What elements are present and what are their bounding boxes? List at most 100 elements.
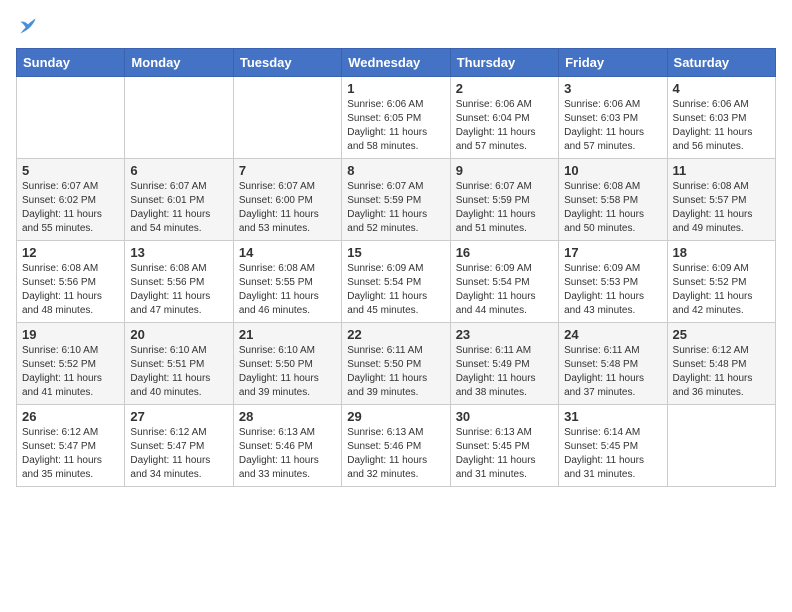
day-number: 4 xyxy=(673,81,770,96)
calendar-header-row: SundayMondayTuesdayWednesdayThursdayFrid… xyxy=(17,49,776,77)
logo-text xyxy=(16,16,38,36)
calendar-cell: 10Sunrise: 6:08 AM Sunset: 5:58 PM Dayli… xyxy=(559,159,667,241)
day-number: 14 xyxy=(239,245,336,260)
calendar-cell: 18 Sunrise: 6:09 AM Sunset: 5:52 PM Dayli… xyxy=(667,241,775,323)
calendar-cell: 11Sunrise: 6:08 AM Sunset: 5:57 PM Dayli… xyxy=(667,159,775,241)
calendar-cell: 5 Sunrise: 6:07 AM Sunset: 6:02 PM Daylig… xyxy=(17,159,125,241)
weekday-header: Sunday xyxy=(17,49,125,77)
day-info: Sunrise: 6:12 AM Sunset: 5:47 PM Dayligh… xyxy=(130,426,227,482)
calendar-cell: 17 Sunrise: 6:09 AM Sunset: 5:53 PM Dayli… xyxy=(559,241,667,323)
calendar-cell: 15Sunrise: 6:09 AM Sunset: 5:54 PM Dayli… xyxy=(342,241,450,323)
day-number: 16 xyxy=(456,245,553,260)
day-number: 27 xyxy=(130,409,227,424)
calendar-cell: 31 Sunrise: 6:14 AM Sunset: 5:45 PM Dayli… xyxy=(559,405,667,487)
day-info: Sunrise: 6:06 AM Sunset: 6:03 PM Dayligh… xyxy=(673,98,770,154)
calendar-cell xyxy=(667,405,775,487)
day-info: Sunrise: 6:13 AM Sunset: 5:45 PM Dayligh… xyxy=(456,426,553,482)
calendar-cell: 7Sunrise: 6:07 AM Sunset: 6:00 PM Daylig… xyxy=(233,159,341,241)
calendar-cell: 24Sunrise: 6:11 AM Sunset: 5:48 PM Dayli… xyxy=(559,323,667,405)
calendar-week-row: 12 Sunrise: 6:08 AM Sunset: 5:56 PM Dayli… xyxy=(17,241,776,323)
day-number: 26 xyxy=(22,409,119,424)
day-info: Sunrise: 6:08 AM Sunset: 5:56 PM Dayligh… xyxy=(22,262,119,318)
calendar-week-row: 19Sunrise: 6:10 AM Sunset: 5:52 PM Dayli… xyxy=(17,323,776,405)
day-info: Sunrise: 6:12 AM Sunset: 5:47 PM Dayligh… xyxy=(22,426,119,482)
day-number: 25 xyxy=(673,327,770,342)
calendar-cell: 28Sunrise: 6:13 AM Sunset: 5:46 PM Dayli… xyxy=(233,405,341,487)
calendar-cell: 8 Sunrise: 6:07 AM Sunset: 5:59 PM Daylig… xyxy=(342,159,450,241)
calendar-cell xyxy=(17,77,125,159)
day-info: Sunrise: 6:09 AM Sunset: 5:53 PM Dayligh… xyxy=(564,262,661,318)
day-number: 22 xyxy=(347,327,444,342)
weekday-header: Thursday xyxy=(450,49,558,77)
day-number: 23 xyxy=(456,327,553,342)
weekday-header: Wednesday xyxy=(342,49,450,77)
calendar-cell: 23Sunrise: 6:11 AM Sunset: 5:49 PM Dayli… xyxy=(450,323,558,405)
day-info: Sunrise: 6:08 AM Sunset: 5:55 PM Dayligh… xyxy=(239,262,336,318)
weekday-header: Monday xyxy=(125,49,233,77)
calendar-cell: 6 Sunrise: 6:07 AM Sunset: 6:01 PM Daylig… xyxy=(125,159,233,241)
day-info: Sunrise: 6:08 AM Sunset: 5:57 PM Dayligh… xyxy=(673,180,770,236)
calendar-table: SundayMondayTuesdayWednesdayThursdayFrid… xyxy=(16,48,776,487)
calendar-cell: 22 Sunrise: 6:11 AM Sunset: 5:50 PM Dayli… xyxy=(342,323,450,405)
calendar-cell: 4 Sunrise: 6:06 AM Sunset: 6:03 PM Daylig… xyxy=(667,77,775,159)
day-number: 5 xyxy=(22,163,119,178)
day-number: 29 xyxy=(347,409,444,424)
day-info: Sunrise: 6:07 AM Sunset: 6:01 PM Dayligh… xyxy=(130,180,227,236)
calendar-week-row: 26 Sunrise: 6:12 AM Sunset: 5:47 PM Dayli… xyxy=(17,405,776,487)
calendar-cell: 9Sunrise: 6:07 AM Sunset: 5:59 PM Daylig… xyxy=(450,159,558,241)
day-info: Sunrise: 6:06 AM Sunset: 6:03 PM Dayligh… xyxy=(564,98,661,154)
day-info: Sunrise: 6:09 AM Sunset: 5:54 PM Dayligh… xyxy=(456,262,553,318)
calendar-cell: 2 Sunrise: 6:06 AM Sunset: 6:04 PM Daylig… xyxy=(450,77,558,159)
weekday-header: Saturday xyxy=(667,49,775,77)
day-number: 3 xyxy=(564,81,661,96)
day-number: 1 xyxy=(347,81,444,96)
calendar-cell xyxy=(125,77,233,159)
day-info: Sunrise: 6:11 AM Sunset: 5:50 PM Dayligh… xyxy=(347,344,444,400)
day-number: 18 xyxy=(673,245,770,260)
calendar-cell: 25 Sunrise: 6:12 AM Sunset: 5:48 PM Dayli… xyxy=(667,323,775,405)
day-info: Sunrise: 6:06 AM Sunset: 6:04 PM Dayligh… xyxy=(456,98,553,154)
day-number: 9 xyxy=(456,163,553,178)
day-info: Sunrise: 6:10 AM Sunset: 5:51 PM Dayligh… xyxy=(130,344,227,400)
day-number: 17 xyxy=(564,245,661,260)
calendar-cell: 14 Sunrise: 6:08 AM Sunset: 5:55 PM Dayli… xyxy=(233,241,341,323)
calendar-cell: 3 Sunrise: 6:06 AM Sunset: 6:03 PM Daylig… xyxy=(559,77,667,159)
day-number: 8 xyxy=(347,163,444,178)
day-info: Sunrise: 6:11 AM Sunset: 5:48 PM Dayligh… xyxy=(564,344,661,400)
day-number: 20 xyxy=(130,327,227,342)
calendar-week-row: 1 Sunrise: 6:06 AM Sunset: 6:05 PM Daylig… xyxy=(17,77,776,159)
day-info: Sunrise: 6:06 AM Sunset: 6:05 PM Dayligh… xyxy=(347,98,444,154)
calendar-cell: 19Sunrise: 6:10 AM Sunset: 5:52 PM Dayli… xyxy=(17,323,125,405)
calendar-cell: 30 Sunrise: 6:13 AM Sunset: 5:45 PM Dayli… xyxy=(450,405,558,487)
day-number: 13 xyxy=(130,245,227,260)
day-info: Sunrise: 6:10 AM Sunset: 5:52 PM Dayligh… xyxy=(22,344,119,400)
day-info: Sunrise: 6:12 AM Sunset: 5:48 PM Dayligh… xyxy=(673,344,770,400)
day-number: 10 xyxy=(564,163,661,178)
calendar-cell: 20 Sunrise: 6:10 AM Sunset: 5:51 PM Dayli… xyxy=(125,323,233,405)
logo-bird-icon xyxy=(18,16,38,36)
day-info: Sunrise: 6:07 AM Sunset: 5:59 PM Dayligh… xyxy=(347,180,444,236)
calendar-week-row: 5 Sunrise: 6:07 AM Sunset: 6:02 PM Daylig… xyxy=(17,159,776,241)
logo xyxy=(16,16,38,36)
day-info: Sunrise: 6:08 AM Sunset: 5:56 PM Dayligh… xyxy=(130,262,227,318)
calendar-cell: 16 Sunrise: 6:09 AM Sunset: 5:54 PM Dayli… xyxy=(450,241,558,323)
day-number: 15 xyxy=(347,245,444,260)
calendar-cell: 29Sunrise: 6:13 AM Sunset: 5:46 PM Dayli… xyxy=(342,405,450,487)
day-number: 31 xyxy=(564,409,661,424)
header xyxy=(16,16,776,36)
day-number: 21 xyxy=(239,327,336,342)
calendar-cell: 12 Sunrise: 6:08 AM Sunset: 5:56 PM Dayli… xyxy=(17,241,125,323)
calendar-cell: 26 Sunrise: 6:12 AM Sunset: 5:47 PM Dayli… xyxy=(17,405,125,487)
day-info: Sunrise: 6:09 AM Sunset: 5:52 PM Dayligh… xyxy=(673,262,770,318)
day-number: 2 xyxy=(456,81,553,96)
day-number: 30 xyxy=(456,409,553,424)
calendar-cell: 1 Sunrise: 6:06 AM Sunset: 6:05 PM Daylig… xyxy=(342,77,450,159)
day-info: Sunrise: 6:14 AM Sunset: 5:45 PM Dayligh… xyxy=(564,426,661,482)
day-number: 28 xyxy=(239,409,336,424)
day-info: Sunrise: 6:07 AM Sunset: 6:02 PM Dayligh… xyxy=(22,180,119,236)
weekday-header: Friday xyxy=(559,49,667,77)
day-info: Sunrise: 6:10 AM Sunset: 5:50 PM Dayligh… xyxy=(239,344,336,400)
day-number: 6 xyxy=(130,163,227,178)
day-number: 12 xyxy=(22,245,119,260)
day-number: 7 xyxy=(239,163,336,178)
